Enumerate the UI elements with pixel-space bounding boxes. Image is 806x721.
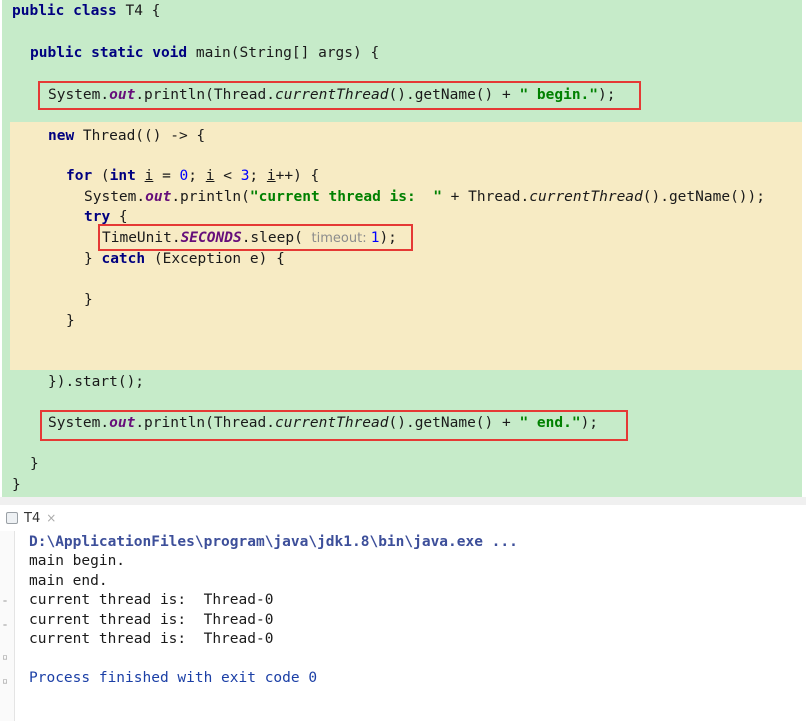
print-icon[interactable]: ▫	[2, 653, 10, 663]
code-line-close-main: }	[30, 456, 39, 472]
console-line: current thread is: Thread-0	[29, 612, 274, 628]
run-tab-bar: T4 ×	[0, 505, 806, 532]
code-editor[interactable]: public class T4 { public static void mai…	[0, 0, 806, 497]
run-config-icon	[6, 512, 18, 524]
code-line-main-decl: public static void main(String[] args) {	[30, 45, 380, 61]
highlight-box-end	[40, 410, 628, 441]
tab-label: T4	[24, 510, 41, 526]
highlight-box-begin	[38, 81, 641, 110]
code-line-close-catch: }	[84, 292, 93, 308]
code-line-class-decl: public class T4 {	[12, 3, 161, 19]
console-line: main end.	[29, 573, 108, 589]
code-line-for-loop: for (int i = 0; i < 3; i++) {	[66, 168, 320, 184]
soft-wrap-icon[interactable]: ⁼	[2, 599, 10, 609]
code-line-print-current: System.out.println("current thread is: "…	[84, 189, 765, 205]
code-line-close-for: }	[66, 313, 75, 329]
highlight-box-sleep	[98, 224, 413, 251]
clear-icon[interactable]: ▫	[2, 677, 10, 687]
run-console[interactable]: ⁼ ⁼ ▫ ▫ D:\ApplicationFiles\program\java…	[0, 531, 806, 721]
code-line-thread-start: }).start();	[48, 374, 145, 390]
tab-run-t4[interactable]: T4 ×	[6, 507, 56, 529]
console-line: current thread is: Thread-0	[29, 592, 274, 608]
code-line-catch: } catch (Exception e) {	[84, 251, 285, 267]
code-line-new-thread: new Thread(() -> {	[48, 128, 206, 144]
panel-divider[interactable]	[0, 497, 806, 505]
code-line-close-class: }	[12, 477, 21, 493]
scroll-end-icon[interactable]: ⁼	[2, 623, 10, 633]
console-java-path[interactable]: D:\ApplicationFiles\program\java\jdk1.8\…	[29, 533, 518, 553]
console-line: main begin.	[29, 553, 126, 569]
close-icon[interactable]: ×	[46, 511, 56, 525]
console-toolbar: ⁼ ⁼ ▫ ▫	[0, 531, 15, 721]
console-line: current thread is: Thread-0	[29, 631, 274, 647]
console-exit-status: Process finished with exit code 0	[29, 670, 318, 686]
